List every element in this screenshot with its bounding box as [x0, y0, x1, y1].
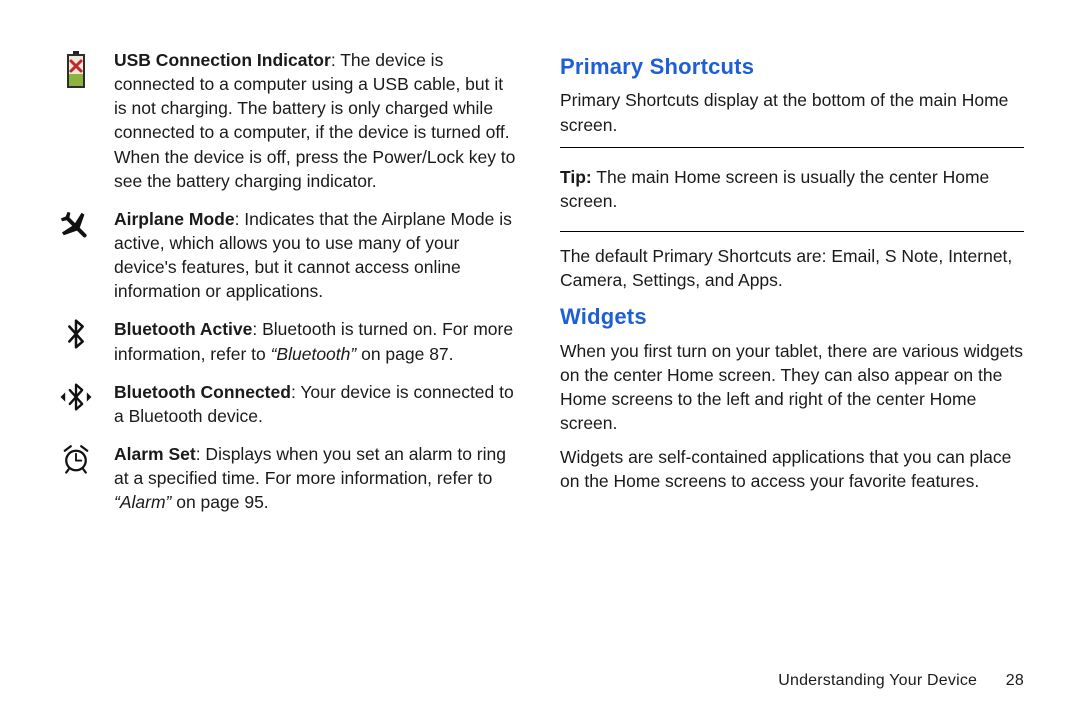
divider-bottom	[560, 231, 1024, 232]
indicator-item-usb: USB Connection Indicator: The device is …	[56, 48, 520, 193]
term-label: USB Connection Indicator	[114, 50, 331, 70]
page-number: 28	[1006, 670, 1024, 692]
right-column: Primary Shortcuts Primary Shortcuts disp…	[560, 48, 1024, 640]
indicator-desc: Bluetooth Active: Bluetooth is turned on…	[114, 317, 520, 365]
primary-shortcuts-intro: Primary Shortcuts display at the bottom …	[560, 88, 1024, 136]
indicator-item-bluetooth: Bluetooth Active: Bluetooth is turned on…	[56, 317, 520, 365]
two-column-layout: USB Connection Indicator: The device is …	[56, 48, 1024, 640]
term-label: Bluetooth Active	[114, 319, 252, 339]
heading-widgets: Widgets	[560, 302, 1024, 332]
term-label: Alarm Set	[114, 444, 196, 464]
indicator-item-alarm: Alarm Set: Displays when you set an alar…	[56, 442, 520, 514]
airplane-icon	[56, 207, 96, 239]
bluetooth-icon	[56, 317, 96, 349]
widgets-paragraph-1: When you first turn on your tablet, ther…	[560, 339, 1024, 436]
indicator-desc: Airplane Mode: Indicates that the Airpla…	[114, 207, 520, 304]
term-text-ital: “Bluetooth”	[271, 344, 357, 364]
term-label: Airplane Mode	[114, 209, 235, 229]
tip-label: Tip:	[560, 167, 592, 187]
tip-text: The main Home screen is usually the cent…	[560, 167, 989, 211]
tip-line: Tip: The main Home screen is usually the…	[560, 165, 1024, 213]
indicator-desc: USB Connection Indicator: The device is …	[114, 48, 520, 193]
bluetooth-connected-icon	[56, 380, 96, 412]
primary-shortcuts-defaults: The default Primary Shortcuts are: Email…	[560, 244, 1024, 292]
indicator-item-bluetooth-connected: Bluetooth Connected: Your device is conn…	[56, 380, 520, 428]
manual-page: USB Connection Indicator: The device is …	[0, 0, 1080, 720]
page-footer: Understanding Your Device 28	[778, 670, 1024, 692]
indicator-desc: Alarm Set: Displays when you set an alar…	[114, 442, 520, 514]
indicator-item-airplane: Airplane Mode: Indicates that the Airpla…	[56, 207, 520, 304]
battery-x-icon	[56, 48, 96, 90]
indicator-desc: Bluetooth Connected: Your device is conn…	[114, 380, 520, 428]
heading-primary-shortcuts: Primary Shortcuts	[560, 52, 1024, 82]
term-text: : The device is connected to a computer …	[114, 50, 515, 191]
divider-top	[560, 147, 1024, 148]
term-text-post: on page 87.	[356, 344, 453, 364]
term-text-ital: “Alarm”	[114, 492, 171, 512]
alarm-icon	[56, 442, 96, 474]
term-label: Bluetooth Connected	[114, 382, 291, 402]
widgets-paragraph-2: Widgets are self-contained applications …	[560, 445, 1024, 493]
left-column: USB Connection Indicator: The device is …	[56, 48, 520, 640]
term-text-post: on page 95.	[171, 492, 268, 512]
footer-section-title: Understanding Your Device	[778, 672, 977, 689]
